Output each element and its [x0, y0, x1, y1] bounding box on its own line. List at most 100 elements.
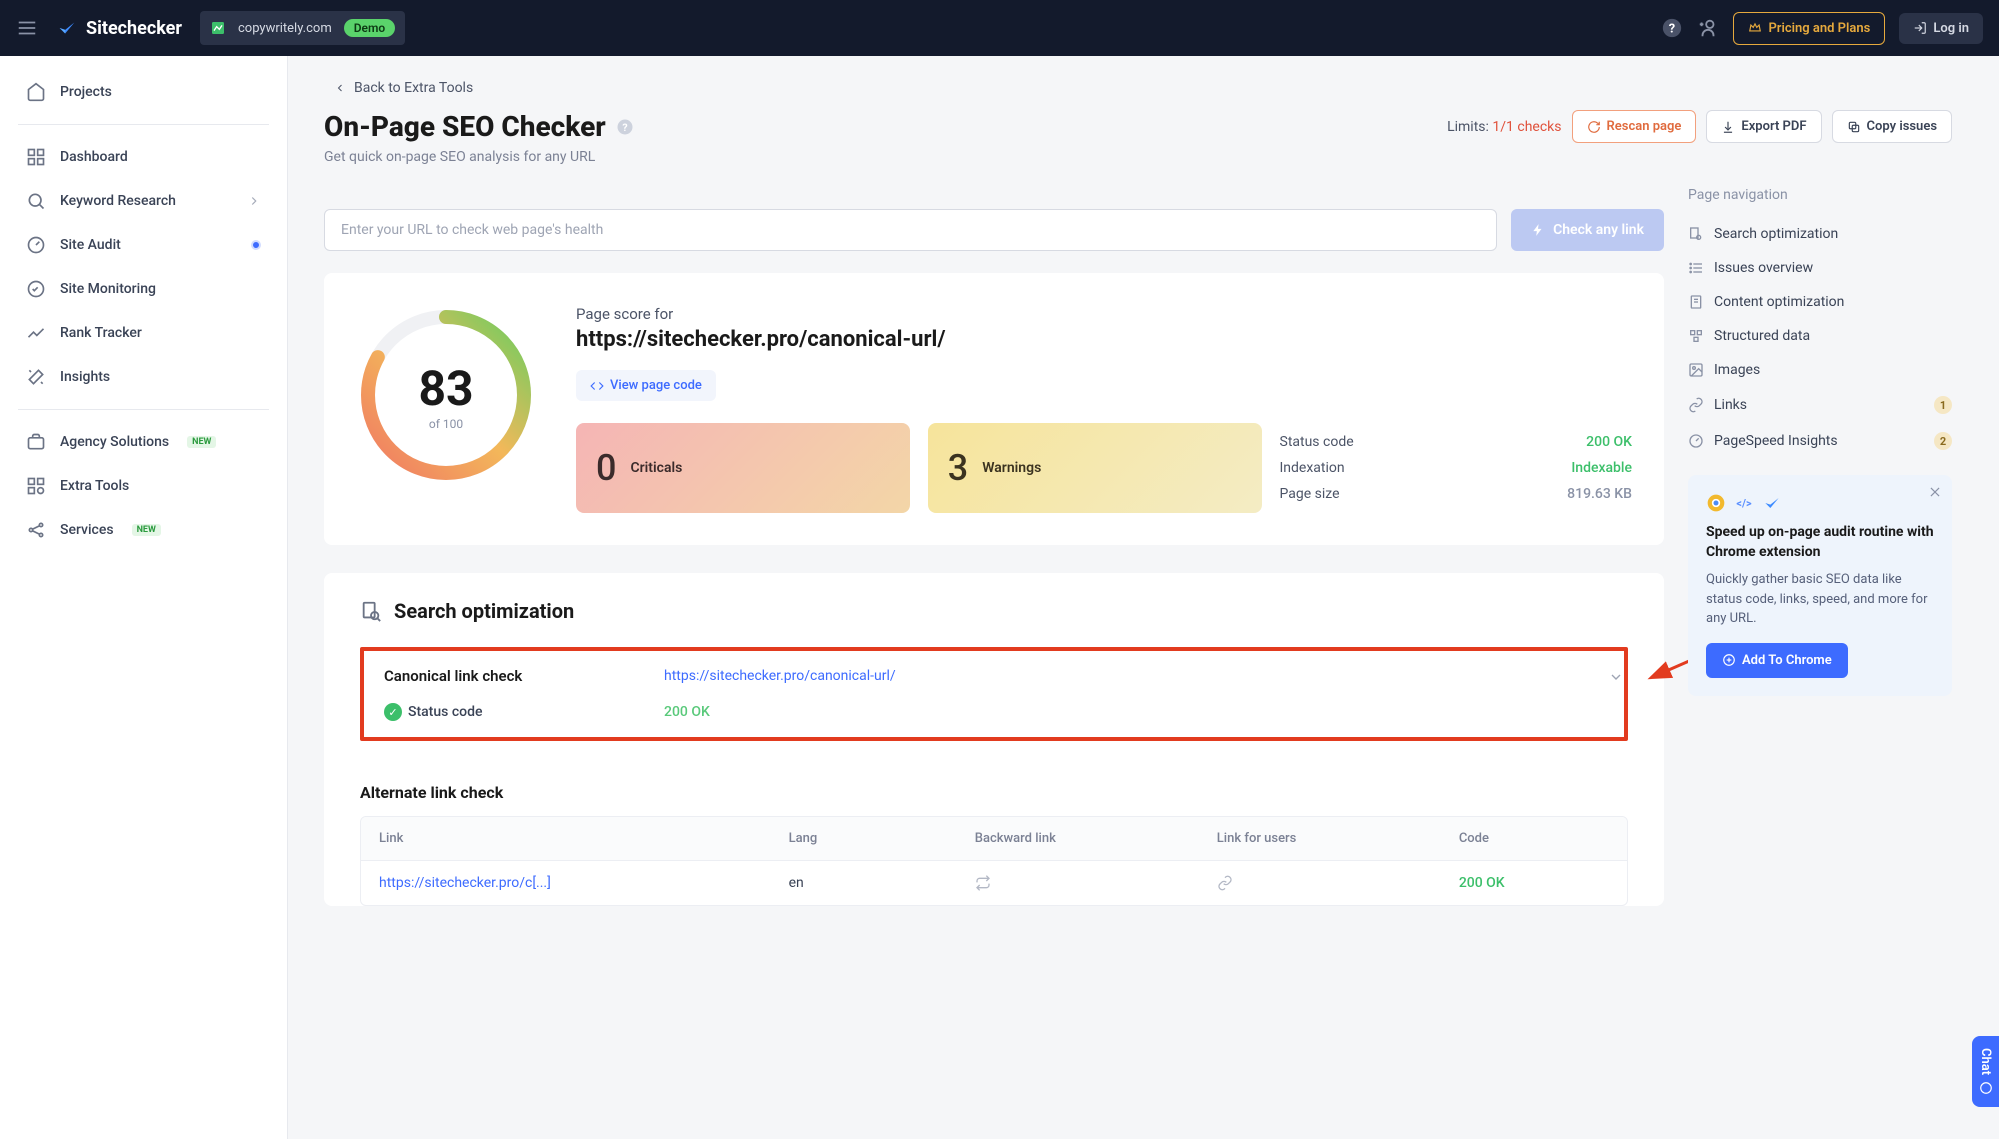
check-icon [1762, 493, 1782, 513]
code-icon [590, 379, 604, 393]
trending-icon [26, 323, 46, 343]
close-icon[interactable] [1928, 485, 1942, 499]
link-icon [1688, 397, 1704, 413]
alternate-link-check: Alternate link check Link Lang Backward … [324, 759, 1664, 906]
crown-icon [1748, 21, 1762, 35]
sidebar-item-keyword-research[interactable]: Keyword Research [10, 179, 277, 223]
add-user-icon[interactable] [1697, 17, 1719, 39]
chevron-right-icon [247, 194, 261, 208]
tools-icon [26, 476, 46, 496]
grid-icon [26, 147, 46, 167]
canonical-url[interactable]: https://sitechecker.pro/canonical-url/ [664, 668, 896, 684]
search-doc-icon [360, 600, 382, 622]
score-of: of 100 [429, 417, 463, 431]
brand-text: Sitechecker [86, 18, 182, 39]
image-icon [1688, 362, 1704, 378]
sidebar-item-services[interactable]: Services NEW [10, 508, 277, 552]
search-icon [26, 191, 46, 211]
chevron-down-icon[interactable] [1608, 669, 1624, 685]
domain-text: copywritely.com [238, 21, 332, 36]
nav-links[interactable]: Links1 [1688, 387, 1952, 423]
login-icon [1913, 21, 1927, 35]
sidebar-item-insights[interactable]: Insights [10, 355, 277, 399]
limits-text: Limits: 1/1 checks [1447, 119, 1561, 135]
topbar: Sitechecker copywritely.com Demo ? Prici… [0, 0, 1999, 56]
nav-images[interactable]: Images [1688, 353, 1952, 387]
copy-issues-button[interactable]: Copy issues [1832, 110, 1952, 143]
search-optimization-section: Search optimization Canonical link check… [324, 573, 1664, 906]
home-icon [26, 82, 46, 102]
sidebar-item-rank-tracker[interactable]: Rank Tracker [10, 311, 277, 355]
gauge-icon [1688, 433, 1704, 449]
structure-icon [1688, 328, 1704, 344]
score-ring: 83 of 100 [356, 305, 536, 485]
sidebar-item-dashboard[interactable]: Dashboard [10, 135, 277, 179]
chat-tab[interactable]: Chat [1972, 1036, 1999, 1107]
wand-icon [26, 367, 46, 387]
chrome-extension-promo: </> Speed up on-page audit routine with … [1688, 475, 1952, 696]
code-icon: </> [1734, 493, 1754, 513]
refresh-icon [1587, 120, 1601, 134]
score-url: https://sitechecker.pro/canonical-url/ [576, 327, 1632, 352]
menu-icon[interactable] [16, 17, 38, 39]
count-badge: 1 [1934, 396, 1952, 414]
sidebar-item-site-audit[interactable]: Site Audit [10, 223, 277, 267]
status-code-label: Status code [408, 704, 482, 720]
check-icon: ✓ [384, 703, 402, 721]
canonical-label: Canonical link check [384, 667, 644, 685]
list-icon [1688, 260, 1704, 276]
gauge-icon [26, 235, 46, 255]
warnings-tile[interactable]: 3 Warnings [928, 423, 1262, 513]
score-card: 83 of 100 Page score for https://siteche… [324, 273, 1664, 545]
login-button[interactable]: Log in [1899, 13, 1983, 44]
check-link-button[interactable]: Check any link [1511, 209, 1664, 251]
back-link[interactable]: Back to Extra Tools [324, 74, 473, 110]
export-pdf-button[interactable]: Export PDF [1706, 110, 1821, 143]
rescan-button[interactable]: Rescan page [1572, 110, 1697, 143]
nav-structured[interactable]: Structured data [1688, 319, 1952, 353]
pricing-button[interactable]: Pricing and Plans [1733, 12, 1885, 45]
nav-search-opt[interactable]: Search optimization [1688, 217, 1952, 251]
sidebar-item-extra-tools[interactable]: Extra Tools [10, 464, 277, 508]
page-navigation: Page navigation Search optimization Issu… [1688, 187, 1952, 459]
demo-badge: Demo [344, 19, 396, 37]
site-icon [210, 20, 226, 36]
domain-selector[interactable]: copywritely.com Demo [200, 11, 405, 45]
svg-text:?: ? [1669, 22, 1675, 37]
main-content: Back to Extra Tools On-Page SEO Checker … [288, 56, 1988, 1139]
criticals-tile[interactable]: 0 Criticals [576, 423, 910, 513]
canonical-check-highlight: Canonical link check https://sitechecker… [360, 647, 1628, 741]
sidebar-item-projects[interactable]: Projects [10, 70, 277, 114]
brand-logo[interactable]: Sitechecker [56, 17, 182, 39]
table-row: https://sitechecker.pro/c[...] en 200 OK [361, 860, 1627, 905]
view-code-button[interactable]: View page code [576, 370, 716, 401]
nav-pagespeed[interactable]: PageSpeed Insights2 [1688, 423, 1952, 459]
help-icon[interactable]: ? [1661, 17, 1683, 39]
search-doc-icon [1688, 226, 1704, 242]
alt-link[interactable]: https://sitechecker.pro/c[...] [379, 875, 551, 891]
file-icon [1688, 294, 1704, 310]
svg-text:</>: </> [1736, 497, 1752, 510]
nav-content[interactable]: Content optimization [1688, 285, 1952, 319]
download-icon [1721, 120, 1735, 134]
chat-icon [1979, 1081, 1993, 1095]
active-dot [251, 240, 261, 250]
status-block: Status code200 OK IndexationIndexable Pa… [1280, 423, 1633, 513]
status-code-value: 200 OK [664, 704, 710, 720]
page-title: On-Page SEO Checker ? [324, 110, 634, 143]
briefcase-icon [26, 432, 46, 452]
plus-circle-icon [1722, 653, 1736, 667]
page-subtitle: Get quick on-page SEO analysis for any U… [324, 149, 634, 165]
score-value: 83 [418, 360, 473, 417]
sidebar-item-site-monitoring[interactable]: Site Monitoring [10, 267, 277, 311]
copy-icon [1847, 120, 1861, 134]
monitor-icon [26, 279, 46, 299]
share-icon [26, 520, 46, 540]
new-badge: NEW [132, 524, 161, 536]
sidebar-item-agency[interactable]: Agency Solutions NEW [10, 420, 277, 464]
swap-icon [975, 875, 1181, 891]
add-to-chrome-button[interactable]: Add To Chrome [1706, 643, 1848, 678]
info-icon[interactable]: ? [616, 118, 634, 136]
url-input[interactable] [324, 209, 1497, 251]
nav-issues[interactable]: Issues overview [1688, 251, 1952, 285]
